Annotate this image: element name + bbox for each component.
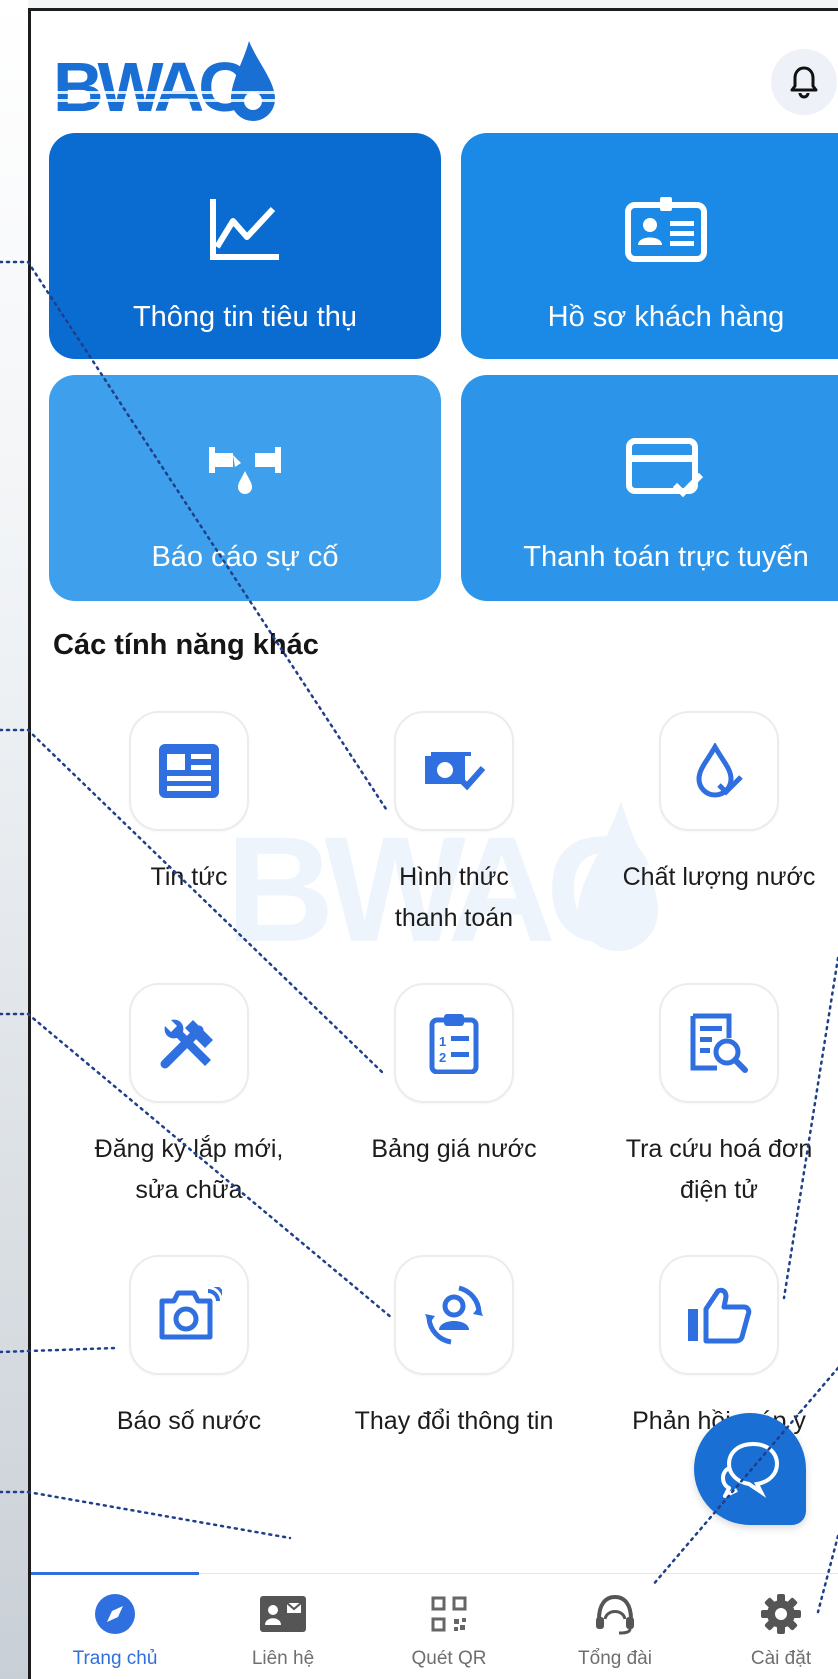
tile-online-payment[interactable]: Thanh toán trực tuyến (461, 375, 838, 601)
tile-consumption-info[interactable]: Thông tin tiêu thụ (49, 133, 441, 359)
feature-label: Thay đổi thông tin (354, 1407, 554, 1435)
nav-hotline[interactable]: Tổng đài (531, 1590, 699, 1670)
nav-home[interactable]: Trang chủ (31, 1590, 199, 1670)
feature-news[interactable]: Tin tức (64, 711, 314, 898)
nav-scan-qr[interactable]: Quét QR (365, 1590, 533, 1670)
nav-label: Quét QR (411, 1648, 487, 1669)
tile-label: Hồ sơ khách hàng (547, 301, 785, 333)
bwaco-logo: BWAC (53, 41, 283, 123)
camera-icon (159, 1287, 222, 1340)
feature-label: Đăng ký lắp mới, sửa chữa (94, 1135, 284, 1204)
app-screen: BWAC Thông tin tiêu thụ Hồ sơ khách hàng… (28, 8, 838, 1679)
tile-label: Báo cáo sự cố (151, 541, 339, 573)
nav-settings[interactable]: Cài đặt (697, 1590, 838, 1670)
feature-label: Bảng giá nước (371, 1135, 537, 1163)
feature-register-repair[interactable]: Đăng ký lắp mới, sửa chữa (64, 983, 314, 1211)
clipboard-list-icon: 1 2 (429, 1014, 479, 1074)
feature-water-price-table[interactable]: 1 2 Bảng giá nước (329, 983, 579, 1170)
tile-label: Thông tin tiêu thụ (132, 301, 358, 333)
pipe-leak-icon (209, 447, 281, 494)
qr-code-icon (431, 1596, 467, 1632)
user-refresh-icon (425, 1285, 483, 1345)
svg-text:2: 2 (439, 1050, 446, 1065)
feature-change-info[interactable]: Thay đổi thông tin (329, 1255, 579, 1442)
notification-button[interactable] (771, 49, 837, 115)
feature-meter-reading[interactable]: Báo số nước (64, 1255, 314, 1442)
background-strip (0, 0, 28, 1679)
feature-label: Báo số nước (116, 1407, 262, 1435)
feature-label: Chất lượng nước (622, 863, 816, 891)
gear-icon (761, 1594, 801, 1634)
feature-label: Tin tức (150, 863, 228, 891)
feature-label: Hình thức thanh toán (394, 863, 514, 932)
feature-payment-methods[interactable]: Hình thức thanh toán (329, 711, 579, 939)
thumbs-up-icon (688, 1287, 752, 1344)
svg-text:BWAC: BWAC (53, 48, 247, 123)
line-chart-icon (210, 199, 279, 260)
news-icon (159, 744, 219, 798)
bottom-navigation: Trang chủ Liên hệ Quét QR Tổng đài Cài đ… (31, 1572, 838, 1679)
nav-label: Liên hệ (251, 1648, 315, 1669)
invoice-search-icon (690, 1013, 748, 1073)
headset-icon (596, 1594, 634, 1635)
compass-icon (95, 1594, 135, 1634)
feature-label: Tra cứu hoá đơn điện tử (625, 1135, 813, 1204)
feature-feedback[interactable]: Phản hồi, góp ý (594, 1255, 838, 1442)
nav-contact[interactable]: Liên hệ (199, 1590, 367, 1670)
active-tab-indicator (31, 1572, 199, 1575)
water-drop-check-icon (696, 743, 743, 798)
feature-e-invoice-lookup[interactable]: Tra cứu hoá đơn điện tử (594, 983, 838, 1211)
nav-label: Trang chủ (72, 1648, 158, 1669)
tile-label: Thanh toán trực tuyến (523, 541, 809, 573)
svg-text:1: 1 (439, 1034, 446, 1049)
id-card-icon (625, 197, 707, 262)
feature-water-quality[interactable]: Chất lượng nước (594, 711, 838, 898)
nav-label: Tổng đài (578, 1648, 652, 1669)
nav-label: Cài đặt (750, 1648, 812, 1669)
payment-method-icon (425, 752, 485, 791)
tile-customer-profile[interactable]: Hồ sơ khách hàng (461, 133, 838, 359)
card-check-icon (626, 438, 704, 498)
section-title: Các tính năng khác (53, 629, 319, 661)
bell-icon (790, 66, 818, 99)
chat-button[interactable] (694, 1413, 806, 1525)
contact-card-icon (260, 1596, 306, 1632)
tools-icon (160, 1019, 213, 1069)
tile-incident-report[interactable]: Báo cáo sự cố (49, 375, 441, 601)
chat-bubbles-icon (721, 1441, 780, 1498)
